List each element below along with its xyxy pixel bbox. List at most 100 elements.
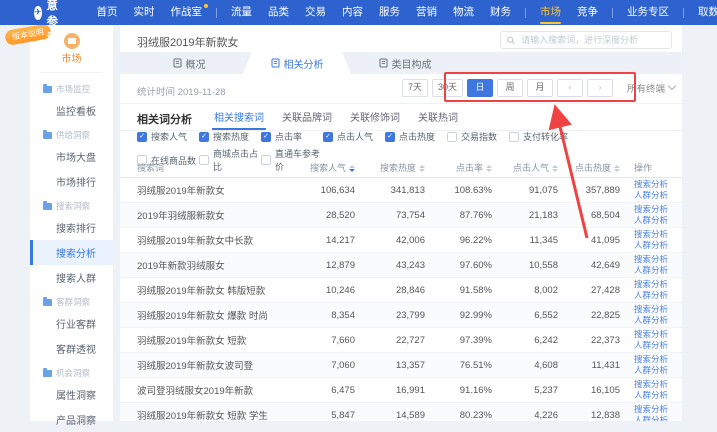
metric-checkbox-支付转化率[interactable]: 支付转化率	[509, 130, 571, 143]
nav-item-服务[interactable]: 服务	[371, 0, 408, 25]
search-input[interactable]	[519, 34, 665, 46]
column-header-搜索人气[interactable]: 搜索人气	[302, 158, 355, 178]
action-link-搜索分析[interactable]: 搜索分析	[634, 329, 682, 340]
search-term-cell: 羽绒服2019年新款女中长款	[120, 228, 302, 253]
chevron-down-icon	[668, 82, 676, 90]
nav-item-品类[interactable]: 品类	[260, 0, 297, 25]
action-link-人群分析[interactable]: 人群分析	[634, 190, 682, 201]
action-link-搜索分析[interactable]: 搜索分析	[634, 279, 682, 290]
nav-item-财务[interactable]: 财务	[482, 0, 519, 25]
nav-item-市场[interactable]: 市场	[532, 0, 569, 25]
folder-icon	[43, 132, 52, 139]
sidebar-item-搜索排行[interactable]: 搜索排行	[30, 215, 113, 240]
sort-down-caret	[349, 169, 355, 172]
nav-item-竞争[interactable]: 竞争	[569, 0, 606, 25]
search-box	[500, 31, 672, 49]
action-link-人群分析[interactable]: 人群分析	[634, 290, 682, 301]
nav-item-内容[interactable]: 内容	[334, 0, 371, 25]
sidebar-item-搜索人群[interactable]: 搜索人群	[30, 265, 113, 290]
action-link-搜索分析[interactable]: 搜索分析	[634, 404, 682, 415]
metric-checkbox-点击率[interactable]: 点击率	[261, 130, 323, 143]
sidebar-item-搜索分析[interactable]: 搜索分析	[30, 240, 113, 265]
sub-tab-相关搜索词[interactable]: 相关搜索词	[212, 104, 266, 130]
metric-cell: 92.99%	[425, 303, 492, 328]
action-link-搜索分析[interactable]: 搜索分析	[634, 229, 682, 240]
action-link-人群分析[interactable]: 人群分析	[634, 215, 682, 226]
action-link-人群分析[interactable]: 人群分析	[634, 390, 682, 401]
action-link-搜索分析[interactable]: 搜索分析	[634, 354, 682, 365]
metric-cell: 96.22%	[425, 228, 492, 253]
sub-tab-关联热词[interactable]: 关联热词	[416, 104, 460, 130]
action-link-搜索分析[interactable]: 搜索分析	[634, 179, 682, 190]
action-link-人群分析[interactable]: 人群分析	[634, 240, 682, 251]
nav-menu: 首页实时作战室流量品类交易内容服务营销物流财务市场竞争业务专区取数人群管理学院	[89, 0, 717, 25]
actions-cell: 搜索分析人群分析	[620, 378, 682, 403]
metric-checkbox-点击人气[interactable]: 点击人气	[323, 130, 385, 143]
metric-cell: 7,660	[302, 328, 355, 353]
metric-cell: 8,354	[302, 303, 355, 328]
sidebar-item-行业客群[interactable]: 行业客群	[30, 311, 113, 336]
metric-checkbox-搜索人气[interactable]: 搜索人气	[137, 130, 199, 143]
action-link-人群分析[interactable]: 人群分析	[634, 365, 682, 376]
sort-icon	[419, 165, 425, 172]
sub-tab-关联品牌词[interactable]: 关联品牌词	[280, 104, 334, 130]
nav-item-label: 服务	[379, 6, 400, 18]
sidebar-item-市场大盘[interactable]: 市场大盘	[30, 144, 113, 169]
metric-checkbox-点击热度[interactable]: 点击热度	[385, 130, 447, 143]
nav-item-作战室[interactable]: 作战室	[163, 0, 211, 25]
nav-item-业务专区[interactable]: 业务专区	[619, 0, 677, 25]
metric-checkbox-搜索热度[interactable]: 搜索热度	[199, 130, 261, 143]
next-period-button[interactable]: ›	[587, 79, 613, 97]
metric-cell: 6,475	[302, 378, 355, 403]
app-logo[interactable]: 生意参谋	[34, 0, 65, 45]
nav-item-流量[interactable]: 流量	[223, 0, 260, 25]
period-button-月[interactable]: 月	[527, 79, 553, 97]
metric-label: 点击热度	[399, 130, 435, 143]
tab-类目构成[interactable]: 类目构成	[351, 52, 459, 74]
sidebar-item-属性洞察[interactable]: 属性洞察	[30, 382, 113, 407]
terminal-filter-dropdown[interactable]: 所有终端	[627, 81, 675, 95]
results-table: 搜索词搜索人气搜索热度点击率点击人气点击热度操作 羽绒服2019年新款女106,…	[120, 158, 682, 421]
column-header-点击率[interactable]: 点击率	[425, 158, 492, 178]
sidebar-item-监控看板[interactable]: 监控看板	[30, 98, 113, 123]
nav-item-实时[interactable]: 实时	[126, 0, 163, 25]
table-row: 羽绒服2019年新款女波司登7,06013,35776.51%4,60811,4…	[120, 353, 682, 378]
stat-time: 统计时间 2019-11-28	[137, 84, 226, 98]
nav-item-营销[interactable]: 营销	[408, 0, 445, 25]
nav-item-取数[interactable]: 取数	[690, 0, 717, 25]
period-button-日[interactable]: 日	[467, 79, 493, 97]
nav-item-交易[interactable]: 交易	[297, 0, 334, 25]
column-header-label: 操作	[634, 163, 652, 173]
action-link-人群分析[interactable]: 人群分析	[634, 415, 682, 421]
nav-item-物流[interactable]: 物流	[445, 0, 482, 25]
action-link-搜索分析[interactable]: 搜索分析	[634, 304, 682, 315]
sidebar-item-客群透视[interactable]: 客群透视	[30, 336, 113, 361]
nav-item-首页[interactable]: 首页	[89, 0, 126, 25]
column-header-搜索热度[interactable]: 搜索热度	[355, 158, 425, 178]
column-header-label: 点击人气	[513, 163, 549, 173]
action-link-人群分析[interactable]: 人群分析	[634, 315, 682, 326]
period-button-30天[interactable]: 30天	[432, 79, 463, 97]
action-link-搜索分析[interactable]: 搜索分析	[634, 204, 682, 215]
tab-概况[interactable]: 概况	[135, 52, 243, 74]
period-button-7天[interactable]: 7天	[402, 79, 428, 97]
period-button-周[interactable]: 周	[497, 79, 523, 97]
column-header-点击热度[interactable]: 点击热度	[558, 158, 620, 178]
action-link-搜索分析[interactable]: 搜索分析	[634, 254, 682, 265]
sub-tab-关联修饰词[interactable]: 关联修饰词	[348, 104, 402, 130]
sidebar-item-市场排行[interactable]: 市场排行	[30, 169, 113, 194]
search-term-cell: 羽绒服2019年新款女 韩版短款	[120, 278, 302, 303]
action-link-人群分析[interactable]: 人群分析	[634, 340, 682, 351]
column-header-操作: 操作	[620, 158, 682, 178]
checkbox-checked-icon	[261, 132, 271, 142]
tab-相关分析[interactable]: 相关分析	[243, 52, 351, 74]
action-link-搜索分析[interactable]: 搜索分析	[634, 379, 682, 390]
metric-checkbox-交易指数[interactable]: 交易指数	[447, 130, 509, 143]
column-header-点击人气[interactable]: 点击人气	[492, 158, 558, 178]
action-link-人群分析[interactable]: 人群分析	[634, 265, 682, 276]
prev-period-button[interactable]: ‹	[557, 79, 583, 97]
sidebar-item-产品洞察[interactable]: 产品洞察	[30, 407, 113, 432]
folder-icon	[43, 203, 52, 210]
table-row: 羽绒服2019年新款女 短款7,66022,72797.39%6,24222,3…	[120, 328, 682, 353]
nav-item-label: 营销	[416, 6, 437, 18]
